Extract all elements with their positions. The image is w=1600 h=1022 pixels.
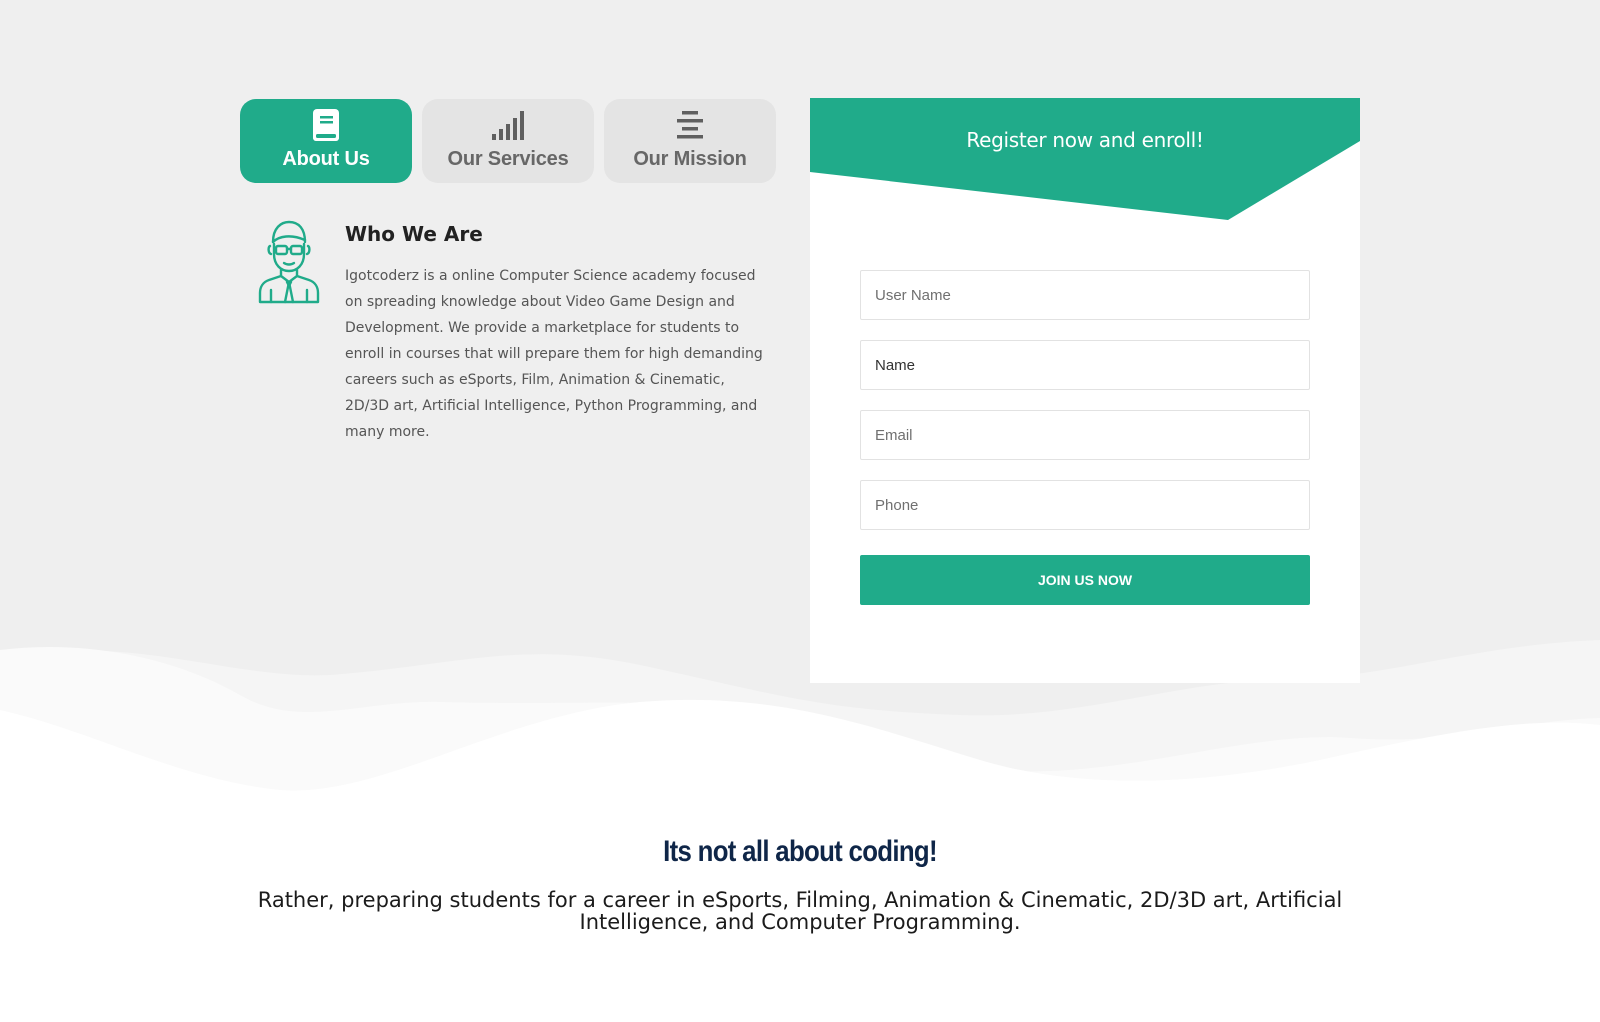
join-us-now-button[interactable]: JOIN US NOW (860, 555, 1310, 605)
bottom-heading: Its not all about coding! (663, 835, 937, 868)
name-field[interactable] (860, 340, 1310, 390)
tab-our-mission[interactable]: Our Mission (604, 99, 776, 183)
align-center-icon (677, 111, 703, 139)
register-form-card: Register now and enroll! JOIN US NOW (810, 98, 1360, 683)
wave-divider (0, 640, 1600, 800)
tab-label: Our Mission (633, 148, 747, 170)
info-tabs: About Us Our Services Our Mission (240, 99, 776, 183)
signal-bars-icon (492, 111, 524, 140)
nerd-avatar-icon (258, 220, 320, 304)
username-field[interactable] (860, 270, 1310, 320)
tab-label: Our Services (447, 148, 569, 170)
email-field[interactable] (860, 410, 1310, 460)
phone-field[interactable] (860, 480, 1310, 530)
who-we-are-heading: Who We Are (345, 222, 483, 246)
card-header-banner (810, 98, 1360, 220)
who-we-are-description: Igotcoderz is a online Computer Science … (345, 268, 763, 440)
tab-label: About Us (282, 148, 370, 170)
bottom-description: Rather, preparing students for a career … (257, 888, 1343, 934)
tab-our-services[interactable]: Our Services (422, 99, 594, 183)
register-title: Register now and enroll! (966, 128, 1204, 152)
book-icon (313, 109, 339, 141)
tab-about-us[interactable]: About Us (240, 99, 412, 183)
